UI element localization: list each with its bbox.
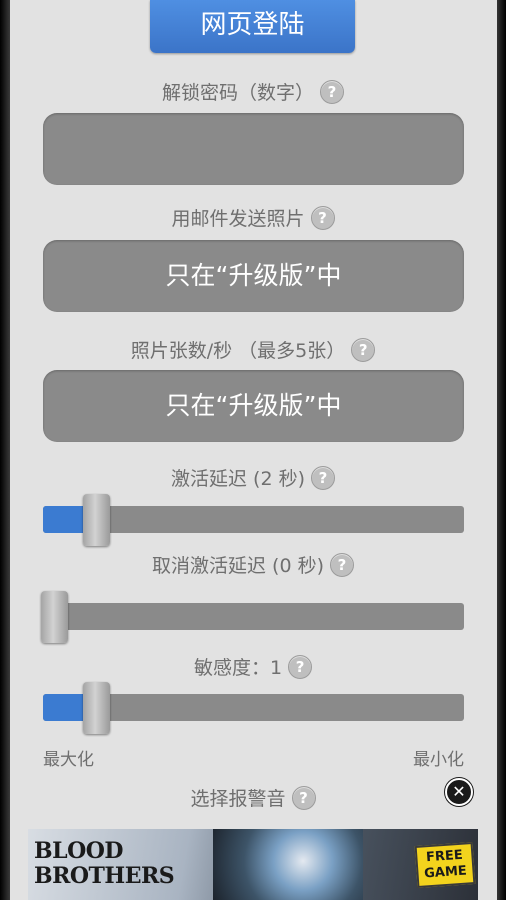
sensitivity-min-label: 最大化	[43, 750, 94, 770]
sensitivity-thumb[interactable]	[82, 682, 110, 734]
email-photos-help-icon[interactable]: ?	[310, 205, 335, 230]
ad-free-game-badge: FREE GAME	[414, 842, 476, 888]
email-photos-label-row: 用邮件发送照片?	[0, 204, 506, 234]
sensitivity-slider[interactable]	[43, 682, 464, 734]
unlock-code-help-icon[interactable]: ?	[320, 79, 344, 104]
ad-close-icon[interactable]: ✕	[445, 778, 473, 806]
ad-badge-line2: GAME	[423, 863, 468, 882]
activation-delay-help-icon[interactable]: ?	[311, 465, 335, 490]
ad-logo: BLOOD BROTHERS	[34, 839, 184, 889]
ad-banner[interactable]: BLOOD BROTHERS FREE GAME	[28, 829, 478, 900]
ad-logo-line2: BROTHERS	[34, 863, 175, 889]
left-edge-shadow	[0, 0, 10, 900]
activation-delay-label-row: 激活延迟 (2 秒)?	[0, 464, 506, 494]
activation-delay-fill	[43, 506, 89, 533]
unlock-code-input[interactable]	[43, 113, 464, 185]
deactivation-delay-label: 取消激活延迟 (0 秒)	[152, 555, 324, 577]
sensitivity-fill	[43, 694, 89, 721]
activation-delay-slider[interactable]	[43, 494, 464, 546]
sensitivity-max-label: 最小化	[413, 750, 464, 770]
sensitivity-label-row: 敏感度：1?	[0, 653, 506, 683]
deactivation-delay-slider[interactable]	[41, 591, 464, 643]
ad-character-art	[213, 829, 363, 900]
photos-per-second-label-row: 照片张数/秒 （最多5张）?	[0, 336, 506, 366]
photos-per-second-help-icon[interactable]: ?	[351, 337, 376, 362]
photos-per-second-label: 照片张数/秒 （最多5张）	[130, 340, 346, 362]
alarm-sound-label-row[interactable]: 选择报警音?	[0, 784, 506, 814]
email-photos-field[interactable]: 只在“升级版”中	[43, 240, 464, 312]
sensitivity-label: 敏感度：1	[193, 657, 283, 679]
photos-per-second-field[interactable]: 只在“升级版”中	[43, 370, 464, 442]
unlock-code-label-row: 解锁密码（数字）?	[0, 78, 506, 108]
alarm-sound-label[interactable]: 选择报警音	[190, 788, 285, 810]
ad-logo-line1: BLOOD	[34, 838, 123, 864]
web-login-button[interactable]: 网页登陆	[150, 0, 355, 53]
unlock-code-label: 解锁密码（数字）	[161, 82, 314, 104]
deactivation-delay-help-icon[interactable]: ?	[330, 552, 354, 577]
deactivation-delay-thumb[interactable]	[41, 591, 68, 643]
alarm-sound-help-icon[interactable]: ?	[291, 785, 316, 810]
right-edge-shadow	[496, 0, 506, 900]
email-photos-label: 用邮件发送照片	[171, 208, 305, 230]
deactivation-delay-label-row: 取消激活延迟 (0 秒)?	[0, 551, 506, 581]
activation-delay-thumb[interactable]	[82, 494, 110, 546]
activation-delay-label: 激活延迟 (2 秒)	[171, 468, 305, 490]
sensitivity-help-icon[interactable]: ?	[288, 654, 313, 679]
